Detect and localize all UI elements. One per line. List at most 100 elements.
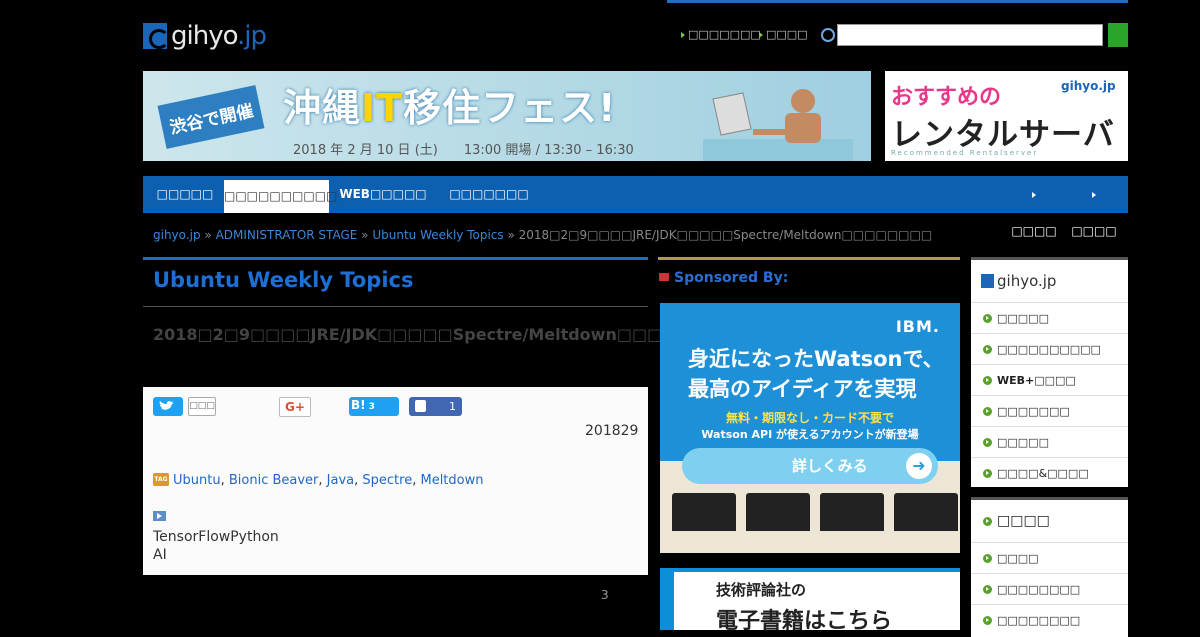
header-link-1[interactable]: □□□□□□□ <box>681 28 761 41</box>
laptop-image <box>672 493 736 531</box>
hatena-bookmark-button[interactable]: B! 3 <box>349 397 399 416</box>
article-title: 2018□2□9□□□□JRE/JDK□□□□□Spectre/Meltdown… <box>153 325 753 344</box>
hatena-count: 3 <box>368 402 375 412</box>
bullet-arrow-icon <box>983 516 992 526</box>
sidebar2-item[interactable]: □□□□□□□□ <box>971 604 1128 635</box>
site-logo[interactable]: gihyo.jp <box>143 20 285 52</box>
ad-brand: IBM. <box>895 317 940 336</box>
arrow-right-icon: ➜ <box>906 453 932 479</box>
page-number: 3 <box>601 588 609 602</box>
breadcrumb-link-1[interactable]: gihyo.jp <box>153 228 201 242</box>
header-link-2[interactable]: □□□□ <box>759 28 808 41</box>
arrow-right-icon <box>681 31 685 38</box>
section-title[interactable]: Ubuntu Weekly Topics <box>153 268 414 292</box>
bullet-arrow-icon <box>983 615 992 625</box>
search-input[interactable] <box>837 24 1103 46</box>
banner-date: 2018 年 2 月 10 日 (土) 13:00 開場 / 13:30 – 1… <box>293 143 634 158</box>
flag-icon <box>659 273 669 281</box>
sidebar-box2-title: □□□□ <box>983 513 1050 529</box>
arrow-right-icon <box>1092 192 1096 198</box>
ad-cta-button[interactable]: 詳しくみる ➜ <box>682 448 938 484</box>
tweet-count: □□□ <box>188 397 216 416</box>
tag-icon: TAG <box>153 473 169 486</box>
ad-ibm-watson[interactable]: IBM. 身近になったWatsonで、 最高のアイディアを実現 無料・期限なし・… <box>660 303 960 553</box>
banner-okinawa-fes[interactable]: 渋谷で開催 沖縄IT移住フェス! 2018 年 2 月 10 日 (土) 13:… <box>143 71 871 161</box>
ad-headline-1: 身近になったWatsonで、 <box>688 347 944 371</box>
thumbs-up-icon <box>415 400 426 412</box>
tag-list: Ubuntu, Bionic Beaver, Java, Spectre, Me… <box>173 473 484 488</box>
banner2-rec: おすすめの <box>891 85 1002 110</box>
logo-mark-icon <box>143 23 169 49</box>
sidebar-item[interactable]: □□□□&□□□□ <box>971 457 1128 488</box>
sidebar-item[interactable]: WEB+□□□□ <box>971 364 1128 395</box>
sidebar-item[interactable]: □□□□□ <box>971 426 1128 457</box>
logo-text-main: gihyo <box>171 21 238 51</box>
sidebar-item[interactable]: □□□□□□□□□□ <box>971 333 1128 364</box>
nav-item-2[interactable]: □□□□□□□□□□ <box>224 180 337 213</box>
arrow-right-icon <box>1032 192 1036 198</box>
sidebar2-item[interactable]: □□□□ <box>971 542 1128 573</box>
banner2-logo: gihyo.jp <box>1061 79 1116 93</box>
title-divider <box>143 306 648 307</box>
banner-title: 沖縄IT移住フェス! <box>283 86 617 130</box>
bullet-arrow-icon <box>983 553 992 563</box>
nav-item-4[interactable]: □□□□□□□ <box>439 176 539 213</box>
ad-ebooks[interactable]: 技術評論社の 電子書籍はこちら <box>660 568 960 630</box>
bullet-arrow-icon <box>983 584 992 594</box>
bullet-arrow-icon <box>983 375 992 385</box>
logo-mark-icon <box>981 274 994 288</box>
bullet-arrow-icon <box>983 313 992 323</box>
laptop-image <box>746 493 810 531</box>
main-nav: □□□□□ □□□□□□□□□□ WEB□□□□□ □□□□□□□ □□□□ □… <box>143 176 1128 238</box>
bullet-arrow-icon <box>983 468 992 478</box>
person-laptop-illustration <box>703 89 853 161</box>
nav-item-3[interactable]: WEB□□□□□ <box>333 176 433 213</box>
tag-link[interactable]: Java <box>327 473 354 488</box>
tag-link[interactable]: Bionic Beaver <box>229 473 319 488</box>
ad-sub-2: Watson API が使えるアカウントが新登場 <box>701 428 919 441</box>
bullet-arrow-icon <box>983 344 992 354</box>
article-date: 201829 <box>585 423 639 439</box>
banner-rental-server[interactable]: おすすめの gihyo.jp レンタルサーバ Recommended Renta… <box>885 71 1128 161</box>
ad-headline-2: 最高のアイディアを実現 <box>688 377 917 401</box>
bullet-arrow-icon <box>983 406 992 416</box>
twitter-bird-icon <box>159 401 174 410</box>
breadcrumb-link-2[interactable]: ADMINISTRATOR STAGE <box>216 228 358 242</box>
sidebar-logo: gihyo.jp <box>981 272 1056 290</box>
facebook-like-button[interactable]: 1 <box>409 397 462 416</box>
sidebar-item[interactable]: □□□□□ <box>971 302 1128 333</box>
google-plus-button[interactable]: G+ <box>279 397 311 417</box>
sidebar-box-2: □□□□ □□□□ □□□□□□□□ □□□□□□□□ <box>971 497 1128 637</box>
breadcrumb-current: 2018□2□9□□□□JRE/JDK□□□□□Spectre/Meltdown… <box>518 228 933 242</box>
laptop-image <box>894 493 958 531</box>
sidebar-menu: gihyo.jp □□□□□ □□□□□□□□□□ WEB+□□□□ □□□□□… <box>971 257 1128 487</box>
breadcrumb: gihyo.jp » ADMINISTRATOR STAGE » Ubuntu … <box>153 228 933 242</box>
breadcrumb-link-3[interactable]: Ubuntu Weekly Topics <box>372 228 503 242</box>
nav-right-1[interactable]: □□□□ <box>1011 176 1057 238</box>
nav-item-1[interactable]: □□□□□ <box>143 176 227 213</box>
ad-sub-1: 無料・期限なし・カード不要で <box>725 411 894 425</box>
tag-link[interactable]: Ubuntu <box>173 473 221 488</box>
lead-line-1: TensorFlowPython <box>153 529 279 545</box>
tweet-button[interactable] <box>153 397 183 416</box>
sidebar-item[interactable]: □□□□□□□ <box>971 395 1128 426</box>
ad2-line-2: 電子書籍はこちら <box>716 609 893 630</box>
banner-tag: 渋谷で開催 <box>157 85 265 149</box>
laptop-image <box>820 493 884 531</box>
play-icon <box>153 511 166 521</box>
sponsor-label: Sponsored By: <box>674 270 789 286</box>
sponsor-top-line <box>658 257 960 260</box>
bullet-arrow-icon <box>983 437 992 447</box>
ad2-line-1: 技術評論社の <box>716 581 807 599</box>
sidebar2-item[interactable]: □□□□□□□□ <box>971 573 1128 604</box>
banner2-main: レンタルサーバ <box>891 117 1115 153</box>
logo-text-dot: .jp <box>237 21 267 51</box>
arrow-right-icon <box>759 31 763 38</box>
tag-link[interactable]: Spectre <box>362 473 412 488</box>
facebook-count: 1 <box>449 400 456 413</box>
search-icon <box>821 28 835 42</box>
search-button[interactable] <box>1108 23 1128 47</box>
nav-right-2[interactable]: □□□□ <box>1071 176 1117 238</box>
tag-link[interactable]: Meltdown <box>420 473 483 488</box>
lead-line-2: AI <box>153 547 167 563</box>
